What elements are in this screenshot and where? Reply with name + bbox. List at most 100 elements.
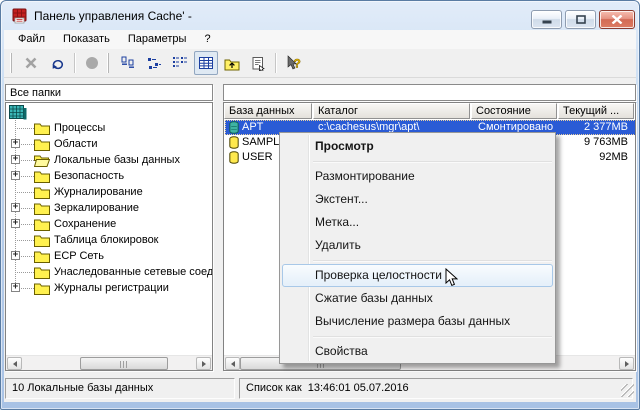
tree-connector: [15, 240, 34, 241]
tree-connector: [15, 192, 34, 193]
scroll-left-arrow[interactable]: [225, 357, 240, 370]
scroll-right-arrow[interactable]: [619, 357, 634, 370]
menu-separator: [313, 336, 552, 337]
tree-connector: [15, 272, 34, 273]
tree-item-label: Локальные базы данных: [54, 154, 180, 166]
maximize-button[interactable]: [565, 10, 596, 29]
expand-button[interactable]: +: [11, 251, 20, 260]
tree-item-1[interactable]: Процессы: [6, 120, 212, 136]
folder-closed-icon: [34, 186, 50, 199]
cell-size: 92MB: [599, 151, 628, 163]
refresh-icon: [50, 56, 65, 70]
tree-item-11[interactable]: + Журналы регистрации: [6, 280, 212, 296]
scroll-right-arrow[interactable]: [196, 357, 211, 370]
cache-cube-icon: [12, 8, 28, 24]
context-menu-item-9[interactable]: Сжатие базы данных: [282, 287, 553, 310]
help-button[interactable]: ?: [281, 51, 305, 75]
server-cube-icon[interactable]: [9, 105, 28, 120]
view-details-button[interactable]: [194, 51, 218, 75]
folder-closed-icon: [34, 250, 50, 263]
menubar-item-3[interactable]: Параметры: [119, 31, 196, 48]
context-menu-item-3[interactable]: Размонтирование: [282, 165, 553, 188]
list-header-row: База данных Каталог Состояние Текущий ...: [224, 103, 635, 119]
resize-grip[interactable]: [621, 384, 634, 397]
tree-item-label: Процессы: [54, 122, 106, 134]
context-menu-item-1[interactable]: Просмотр: [282, 135, 553, 158]
scroll-left-arrow[interactable]: [7, 357, 22, 370]
column-header-1[interactable]: База данных: [224, 103, 312, 119]
expand-button[interactable]: +: [11, 139, 20, 148]
up-level-icon: [224, 56, 240, 71]
menubar-item-4[interactable]: ?: [195, 31, 219, 48]
toolbar-grip-handle[interactable]: [10, 53, 14, 73]
expand-button[interactable]: +: [11, 283, 20, 292]
menu-separator: [313, 161, 552, 162]
folder-closed-icon: [34, 234, 50, 247]
context-menu-item-12[interactable]: Свойства: [282, 340, 553, 363]
db-mounted-icon: [228, 121, 240, 134]
view-list-button[interactable]: [168, 51, 192, 75]
application-window: Панель управления Cache' - Файл Показать П…: [0, 0, 640, 410]
context-menu-item-6[interactable]: Удалить: [282, 234, 553, 257]
folder-closed-icon: [34, 282, 50, 295]
minimize-button[interactable]: [531, 10, 562, 29]
menu-bar: Файл Показать Параметры?: [4, 30, 636, 49]
folder-closed-icon: [34, 266, 50, 279]
tree-item-label: Журналы регистрации: [54, 282, 169, 294]
view-large-icon: [120, 55, 136, 71]
db-icon: [228, 151, 240, 164]
tree-item-5[interactable]: Журналирование: [6, 184, 212, 200]
context-menu-item-10[interactable]: Вычисление размера базы данных: [282, 310, 553, 333]
tree-item-8[interactable]: Таблица блокировок: [6, 232, 212, 248]
tree-item-4[interactable]: + Безопасность: [6, 168, 212, 184]
delete-button[interactable]: [19, 51, 43, 75]
list-caption: [223, 84, 636, 101]
toolbar-grip-handle[interactable]: [107, 53, 111, 73]
expand-button[interactable]: +: [11, 203, 20, 212]
up-one-level-button[interactable]: [220, 51, 244, 75]
context-menu-item-4[interactable]: Экстент...: [282, 188, 553, 211]
tree-horizontal-scrollbar[interactable]: [6, 355, 212, 370]
menubar-item-2[interactable]: Показать: [54, 31, 119, 48]
tree-item-2[interactable]: + Области: [6, 136, 212, 152]
tree-item-label: Области: [54, 138, 98, 150]
stop-icon: [85, 56, 99, 70]
tree-item-label: Зеркалирование: [54, 202, 140, 214]
tree-item-6[interactable]: + Зеркалирование: [6, 200, 212, 216]
menubar-item-1[interactable]: Файл: [9, 31, 54, 48]
tree-item-7[interactable]: + Сохранение: [6, 216, 212, 232]
folders-caption: Все папки: [5, 84, 213, 101]
tree-item-label: Безопасность: [54, 170, 125, 182]
tree-item-3-selected[interactable]: + Локальные базы данных: [6, 152, 212, 168]
properties-icon: [250, 56, 266, 71]
tree-item-9[interactable]: + ECP Сеть: [6, 248, 212, 264]
properties-button[interactable]: [246, 51, 270, 75]
expand-button[interactable]: +: [11, 219, 20, 228]
refresh-button[interactable]: [45, 51, 69, 75]
tree-connector: [15, 128, 34, 129]
folder-closed-icon: [34, 170, 50, 183]
view-details-icon: [198, 55, 214, 71]
scrollbar-thumb[interactable]: [80, 357, 168, 370]
database-name: APT: [242, 121, 264, 133]
close-button[interactable]: [599, 10, 635, 29]
view-small-icons-button[interactable]: [142, 51, 166, 75]
context-menu-item-5[interactable]: Метка...: [282, 211, 553, 234]
folders-tree-panel: Процессы + Области + Локальные базы данных + Б…: [5, 102, 213, 371]
column-header-3[interactable]: Состояние: [471, 103, 557, 119]
toolbar-separator: [74, 53, 75, 73]
column-header-2[interactable]: Каталог: [313, 103, 470, 119]
expand-button[interactable]: +: [11, 155, 20, 164]
tree-item-label: Сохранение: [54, 218, 117, 230]
stop-button[interactable]: [80, 51, 104, 75]
context-menu-item-8[interactable]: Проверка целостности: [282, 264, 553, 287]
column-header-4[interactable]: Текущий ...: [558, 103, 634, 119]
folder-closed-icon: [34, 122, 50, 135]
view-large-icons-button[interactable]: [116, 51, 140, 75]
folder-closed-icon: [34, 202, 50, 215]
expand-button[interactable]: +: [11, 171, 20, 180]
help-icon: ?: [285, 55, 302, 71]
db-icon: [228, 136, 240, 149]
tree-item-10[interactable]: Унаследованные сетевые соед: [6, 264, 212, 280]
database-name: USER: [242, 151, 273, 163]
